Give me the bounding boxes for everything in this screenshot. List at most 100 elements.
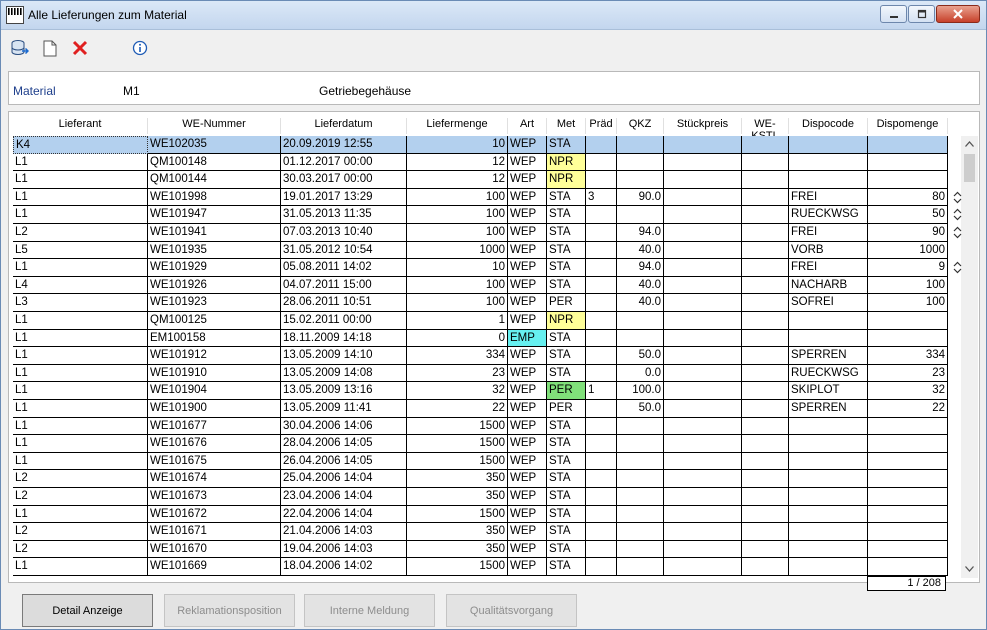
cell-met: STA xyxy=(547,435,586,453)
cell-datum: 31.05.2012 10:54 xyxy=(281,241,407,260)
cell-preis xyxy=(664,347,742,365)
header-we-kstl[interactable]: WE-KSTL xyxy=(742,118,789,142)
cell-art: WEP xyxy=(508,312,547,330)
cell-kstl xyxy=(742,312,789,330)
table-row[interactable]: L4 WE101926 04.07.2011 15:00 100 WEP STA 40.0 N… xyxy=(13,276,948,295)
spinner-icon[interactable] xyxy=(952,226,962,240)
scrollbar-thumb[interactable] xyxy=(964,154,975,182)
cell-art: WEP xyxy=(508,206,547,224)
internal-report-button[interactable]: Interne Meldung xyxy=(304,594,435,627)
cell-kstl xyxy=(742,435,789,453)
cell-qkz: 40.0 xyxy=(617,276,664,295)
cell-dmenge xyxy=(868,435,948,453)
cell-met: STA xyxy=(547,452,586,471)
table-row[interactable]: L1 QM100148 01.12.2017 00:00 12 WEP NPR xyxy=(13,153,948,172)
cell-dcode: SPERREN xyxy=(789,400,868,418)
header-we-nummer[interactable]: WE-Nummer xyxy=(148,118,281,134)
cell-we: QM100125 xyxy=(148,312,281,330)
cell-dcode xyxy=(789,417,868,436)
database-export-icon[interactable] xyxy=(11,39,29,57)
table-row[interactable]: K4 WE102035 20.09.2019 12:55 10 WEP STA xyxy=(13,136,948,154)
table-row[interactable]: L3 WE101923 28.06.2011 10:51 100 WEP PER 40.0 S… xyxy=(13,294,948,312)
cell-dmenge xyxy=(868,523,948,541)
table-row[interactable]: L1 WE101904 13.05.2009 13:16 32 WEP PER 1 100.0… xyxy=(13,382,948,400)
table-row[interactable]: L1 WE101910 13.05.2009 14:08 23 WEP STA 0.0 RUE… xyxy=(13,364,948,383)
table-row[interactable]: L1 WE101900 13.05.2009 11:41 22 WEP PER 50.0 SP… xyxy=(13,400,948,418)
title-bar[interactable]: Alle Lieferungen zum Material xyxy=(1,1,986,30)
header-praed[interactable]: Präd xyxy=(586,118,617,134)
cell-dmenge xyxy=(868,136,948,154)
table-row[interactable]: L1 EM100158 18.11.2009 14:18 0 EMP STA xyxy=(13,329,948,348)
cell-preis xyxy=(664,488,742,506)
cell-praed xyxy=(586,259,617,277)
table-row[interactable]: L5 WE101935 31.05.2012 10:54 1000 WEP STA 40.0… xyxy=(13,241,948,260)
header-lieferant[interactable]: Lieferant xyxy=(13,118,148,134)
table-row[interactable]: L1 QM100125 15.02.2011 00:00 1 WEP NPR xyxy=(13,312,948,330)
scroll-up-icon[interactable] xyxy=(961,136,978,153)
cell-preis xyxy=(664,294,742,312)
table-row[interactable]: L1 WE101912 13.05.2009 14:10 334 WEP STA 50.0 S… xyxy=(13,347,948,365)
quality-process-button[interactable]: Qualitätsvorgang xyxy=(446,594,577,627)
cell-preis xyxy=(664,435,742,453)
header-met[interactable]: Met xyxy=(547,118,586,134)
header-art[interactable]: Art xyxy=(508,118,547,134)
table-row[interactable]: L1 WE101672 22.04.2006 14:04 1500 WEP STA xyxy=(13,505,948,524)
table-row[interactable]: L1 WE101929 05.08.2011 14:02 10 WEP STA 94.0 FR… xyxy=(13,259,948,277)
cell-praed xyxy=(586,241,617,260)
cell-we: WE101941 xyxy=(148,224,281,242)
header-lieferdatum[interactable]: Lieferdatum xyxy=(281,118,407,134)
info-icon[interactable] xyxy=(131,39,149,57)
cell-qkz xyxy=(617,540,664,559)
close-icon[interactable] xyxy=(936,5,980,23)
cell-menge: 100 xyxy=(407,224,508,242)
table-row[interactable]: L1 WE101947 31.05.2013 11:35 100 WEP STA RUECK… xyxy=(13,206,948,224)
table-row[interactable]: L2 WE101670 19.04.2006 14:03 350 WEP STA xyxy=(13,540,948,559)
cell-datum: 01.12.2017 00:00 xyxy=(281,153,407,172)
cell-menge: 1500 xyxy=(407,558,508,576)
cell-dcode xyxy=(789,136,868,154)
cell-lief: L2 xyxy=(13,488,148,506)
cell-we: QM100144 xyxy=(148,171,281,189)
cell-art: WEP xyxy=(508,435,547,453)
cell-dcode xyxy=(789,488,868,506)
cell-art: WEP xyxy=(508,224,547,242)
cell-qkz xyxy=(617,505,664,524)
table-row[interactable]: L2 WE101673 23.04.2006 14:04 350 WEP STA xyxy=(13,488,948,506)
table-row[interactable]: L2 WE101941 07.03.2013 10:40 100 WEP STA 94.0 F… xyxy=(13,224,948,242)
cell-datum: 28.06.2011 10:51 xyxy=(281,294,407,312)
table-row[interactable]: L1 WE101677 30.04.2006 14:06 1500 WEP STA xyxy=(13,417,948,436)
table-row[interactable]: L1 QM100144 30.03.2017 00:00 12 WEP NPR xyxy=(13,171,948,189)
cell-lief: L1 xyxy=(13,171,148,189)
header-stueckpreis[interactable]: Stückpreis xyxy=(664,118,742,134)
cell-art: WEP xyxy=(508,452,547,471)
header-dispomenge[interactable]: Dispomenge xyxy=(868,118,948,134)
header-qkz[interactable]: QKZ xyxy=(617,118,664,134)
table-row[interactable]: L2 WE101671 21.04.2006 14:03 350 WEP STA xyxy=(13,523,948,541)
minimize-icon[interactable] xyxy=(880,5,907,23)
cell-lief: L2 xyxy=(13,224,148,242)
spinner-icon[interactable] xyxy=(952,261,962,275)
table-row[interactable]: L1 WE101669 18.04.2006 14:02 1500 WEP STA xyxy=(13,558,948,576)
table-row[interactable]: L1 WE101676 28.04.2006 14:05 1500 WEP STA xyxy=(13,435,948,453)
cell-menge: 1000 xyxy=(407,241,508,260)
cell-lief: L2 xyxy=(13,470,148,488)
cell-kstl xyxy=(742,488,789,506)
spinner-icon[interactable] xyxy=(952,191,962,205)
vertical-scrollbar[interactable] xyxy=(961,136,978,578)
cell-praed xyxy=(586,400,617,418)
table-row[interactable]: L2 WE101674 25.04.2006 14:04 350 WEP STA xyxy=(13,470,948,488)
detail-view-button[interactable]: Detail Anzeige xyxy=(22,594,153,627)
spinner-icon[interactable] xyxy=(952,208,962,222)
new-document-icon[interactable] xyxy=(41,39,59,57)
header-liefermenge[interactable]: Liefermenge xyxy=(407,118,508,134)
complaint-position-button[interactable]: Reklamationsposition xyxy=(164,594,295,627)
table-row[interactable]: L1 WE101998 19.01.2017 13:29 100 WEP STA 3 90.0… xyxy=(13,188,948,207)
delete-x-icon[interactable] xyxy=(71,39,89,57)
restore-icon[interactable] xyxy=(908,5,935,23)
cell-art: WEP xyxy=(508,558,547,576)
table-row[interactable]: L1 WE101675 26.04.2006 14:05 1500 WEP STA xyxy=(13,452,948,471)
header-dispocode[interactable]: Dispocode xyxy=(789,118,868,134)
scroll-down-icon[interactable] xyxy=(961,561,978,578)
cell-kstl xyxy=(742,329,789,348)
cell-preis xyxy=(664,136,742,154)
